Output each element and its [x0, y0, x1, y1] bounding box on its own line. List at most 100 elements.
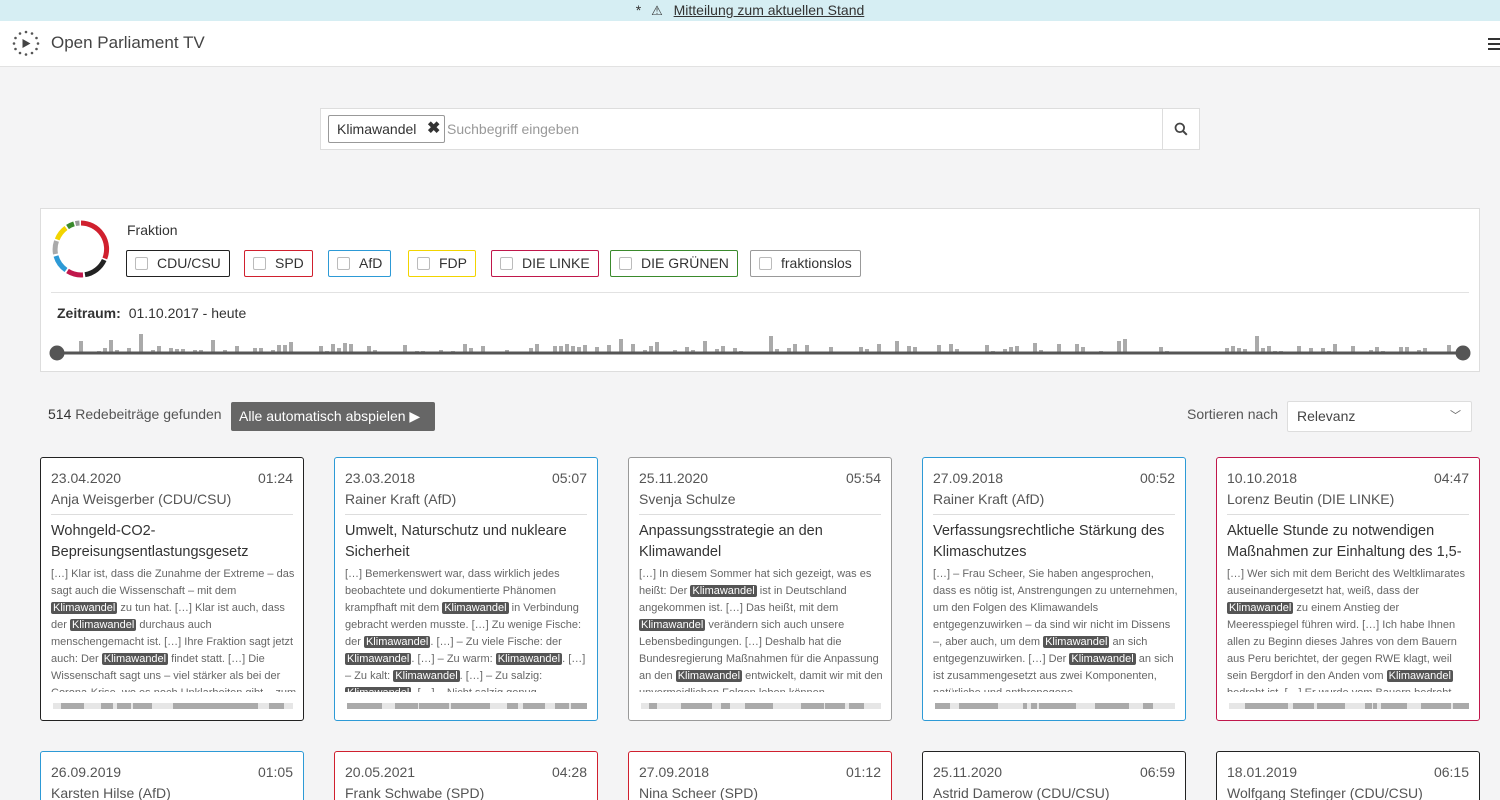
card-date: 25.11.2020 — [933, 764, 1003, 780]
results-number: 514 — [48, 406, 72, 422]
timeline-end-handle[interactable] — [1455, 345, 1471, 361]
timeline-bar — [289, 342, 293, 353]
brand-name[interactable]: Open Parliament TV — [51, 33, 205, 53]
card-speaker: Rainer Kraft (AfD) — [345, 491, 457, 507]
hamburger-menu-icon[interactable] — [1488, 38, 1500, 50]
highlighted-term: Klimawandel — [345, 687, 412, 692]
card-date: 23.04.2020 — [51, 470, 122, 486]
speech-card[interactable]: 10.10.2018 04:47 Lorenz Beutin (DIE LINKE)… — [1216, 457, 1480, 721]
checkbox[interactable] — [417, 257, 430, 270]
party-filter-spd[interactable]: SPD — [244, 250, 313, 277]
timeline-bar — [895, 341, 899, 353]
highlighted-term: Klimawandel — [51, 602, 118, 614]
notice-bar: * ⚠ Mitteilung zum aktuellen Stand — [0, 0, 1500, 21]
divider — [51, 292, 1469, 293]
divider — [51, 514, 293, 515]
party-filter-die-gruenen[interactable]: DIE GRÜNEN — [610, 250, 738, 277]
card-timeline — [641, 703, 881, 709]
party-label: DIE LINKE — [522, 255, 590, 271]
timeline-segment — [1301, 703, 1314, 709]
card-title: Umwelt, Naturschutz und nukleare Sicherh… — [345, 523, 567, 560]
party-filter-fraktionslos[interactable]: fraktionslos — [750, 250, 861, 277]
sort-select[interactable]: Relevanz ﹀ — [1287, 401, 1472, 432]
timeline-bar — [211, 340, 215, 353]
card-timeline — [935, 703, 1175, 709]
speech-card[interactable]: 23.03.2018 05:07 Rainer Kraft (AfD) Umwelt,… — [334, 457, 598, 721]
logo-icon[interactable] — [9, 29, 43, 57]
timeline-segment — [1143, 703, 1153, 709]
timeline-start-handle[interactable] — [49, 345, 65, 361]
search-button[interactable] — [1162, 109, 1199, 149]
card-speaker: Astrid Damerow (CDU/CSU) — [933, 785, 1110, 800]
card-speaker: Frank Schwabe (SPD) — [345, 785, 485, 800]
timeline-segment — [1063, 703, 1068, 709]
highlighted-term: Klimawandel — [1386, 670, 1453, 682]
search-icon — [1174, 122, 1188, 136]
card-snippet: […] Bemerkenswert war, dass wirklich jed… — [345, 566, 591, 692]
divider — [933, 514, 1175, 515]
highlighted-term: Klimawandel — [1227, 602, 1294, 614]
speech-card[interactable]: 27.09.2018 00:52 Rainer Kraft (AfD) Verfass… — [922, 457, 1186, 721]
remove-term-icon[interactable]: ✖ — [427, 116, 440, 142]
sort-value: Relevanz — [1297, 408, 1356, 424]
highlighted-term: Klimawandel — [69, 619, 137, 631]
notice-link[interactable]: Mitteilung zum aktuellen Stand — [674, 2, 865, 18]
fraktion-label: Fraktion — [127, 222, 178, 238]
timeline-bar — [619, 339, 623, 353]
speech-card[interactable]: 20.05.2021 04:28 Frank Schwabe (SPD) — [334, 751, 598, 800]
snippet-text: bedroht ist. […] Er wurde vom Bauern bed… — [1227, 687, 1454, 692]
timeline-bar — [769, 336, 773, 353]
speech-card[interactable]: 25.11.2020 05:54 Svenja Schulze Anpassungss… — [628, 457, 892, 721]
party-filter-fdp[interactable]: FDP — [408, 250, 476, 277]
speech-card[interactable]: 26.09.2019 01:05 Karsten Hilse (AfD) — [40, 751, 304, 800]
speech-card[interactable]: 27.09.2018 01:12 Nina Scheer (SPD) — [628, 751, 892, 800]
speech-card[interactable]: 25.11.2020 06:59 Astrid Damerow (CDU/CSU) — [922, 751, 1186, 800]
checkbox[interactable] — [619, 257, 632, 270]
timeline-bar — [79, 341, 83, 353]
party-filter-afd[interactable]: AfD — [328, 250, 392, 277]
timeline-segment — [523, 703, 545, 709]
zeitraum: Zeitraum: 01.10.2017 - heute — [57, 305, 246, 321]
card-date: 27.09.2018 — [933, 470, 1004, 486]
card-date: 10.10.2018 — [1227, 470, 1298, 486]
snippet-text: . […] – Zu viele Fische: der — [430, 636, 562, 648]
card-snippet: […] – Frau Scheer, Sie haben angesproche… — [933, 566, 1179, 692]
speech-card[interactable]: 23.04.2020 01:24 Anja Weisgerber (CDU/CSU)… — [40, 457, 304, 721]
timeline-segment — [245, 703, 258, 709]
checkbox[interactable] — [337, 257, 350, 270]
divider — [345, 514, 587, 515]
speech-card[interactable]: 18.01.2019 06:15 Wolfgang Stefinger (CDU/C… — [1216, 751, 1480, 800]
timeline-segment — [371, 703, 382, 709]
timeline-segment — [1453, 703, 1469, 709]
warning-icon: ⚠ — [651, 3, 663, 18]
checkbox[interactable] — [759, 257, 772, 270]
card-speaker: Svenja Schulze — [639, 491, 736, 507]
timeline-bar — [1117, 341, 1121, 353]
checkbox[interactable] — [135, 257, 148, 270]
chevron-down-icon: ﹀ — [1450, 410, 1461, 422]
card-duration: 05:54 — [845, 470, 881, 486]
card-speaker: Rainer Kraft (AfD) — [933, 491, 1045, 507]
divider — [639, 514, 881, 515]
card-duration: 04:28 — [551, 764, 587, 780]
search-term-chip[interactable]: Klimawandel ✖ — [328, 115, 446, 143]
card-timeline — [53, 703, 293, 709]
highlighted-term: Klimawandel — [690, 585, 757, 597]
timeline-bar — [139, 334, 143, 353]
timeline-segment — [1365, 703, 1372, 709]
search-input[interactable] — [447, 115, 1147, 143]
timeline-segment — [801, 703, 824, 709]
highlighted-term: Klimawandel — [1043, 636, 1110, 648]
checkbox[interactable] — [253, 257, 266, 270]
timeline-histogram — [79, 334, 1451, 353]
party-filter-die-linke[interactable]: DIE LINKE — [491, 250, 599, 277]
highlighted-term: Klimawandel — [1069, 653, 1136, 665]
party-label: fraktionslos — [781, 255, 852, 271]
checkbox[interactable] — [500, 257, 513, 270]
party-filter-cdu-csu[interactable]: CDU/CSU — [126, 250, 230, 277]
timeline-segment — [1023, 703, 1027, 709]
autoplay-all-button[interactable]: Alle automatisch abspielen ▶ — [231, 402, 435, 431]
timeline-segment — [269, 703, 284, 709]
timeline-slider[interactable] — [49, 327, 1473, 367]
card-duration: 01:24 — [257, 470, 293, 486]
